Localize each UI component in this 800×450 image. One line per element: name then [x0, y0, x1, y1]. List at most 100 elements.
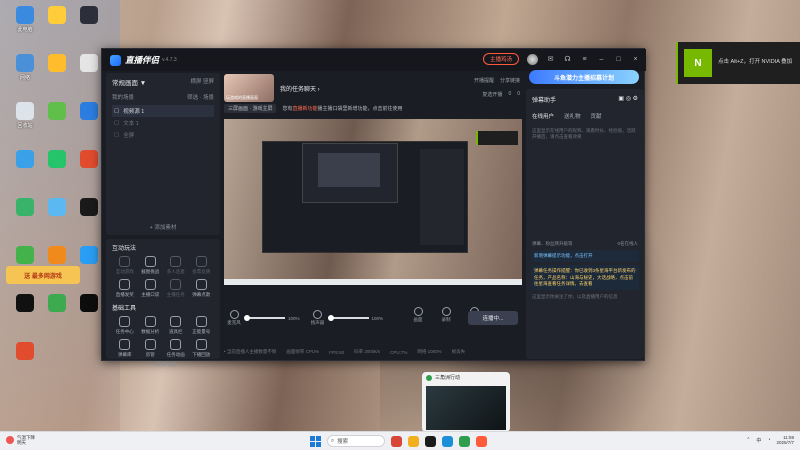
control-bar: 麦克风 100% 扬声器 100% 画面 录制 连播中... — [224, 303, 522, 333]
notice-tag[interactable]: 三屏画面 · 游戏主屏 — [224, 103, 277, 113]
chat-message[interactable]: 新增弹幕提示功能，点击打开 — [531, 250, 639, 263]
stat-a: 0 — [508, 91, 512, 97]
tool-item[interactable]: 投票竞猜 — [189, 256, 215, 275]
link-share[interactable]: 分享链接 — [500, 77, 520, 84]
message-list: 新增弹幕提示功能，点击打开弹幕任务操作提醒：你已收到3条星海平台新发布的任务，产… — [526, 250, 644, 291]
desktop-icon[interactable]: 网络 — [8, 54, 42, 81]
notice-message[interactable]: 您有直播新功能播主播口袋里新增功能，点击前往使用 — [282, 105, 402, 112]
desktop-icon[interactable] — [40, 246, 74, 266]
app-icon-5[interactable] — [459, 435, 470, 447]
search-input[interactable]: ⌕ 搜索 — [327, 435, 385, 447]
tool-item[interactable]: 主播任务 — [163, 279, 189, 298]
tool-item[interactable]: 道具栏 — [163, 316, 189, 335]
maximize-icon[interactable]: □ — [614, 56, 623, 63]
desktop-icon[interactable] — [40, 150, 74, 170]
sources-filter[interactable]: 筛选 · 场景 — [187, 93, 214, 101]
source-label: 视频源 1 — [123, 109, 145, 115]
more-features-button[interactable]: — 更多功能 — [112, 361, 214, 368]
edge-icon[interactable] — [442, 435, 453, 447]
desktop-icon[interactable]: 此电脑 — [8, 6, 42, 33]
app-name: 直播伴侣 — [125, 55, 160, 65]
tool-item[interactable]: 数据分析 — [138, 316, 164, 335]
close-icon[interactable]: × — [631, 56, 640, 63]
mic-control[interactable]: 麦克风 — [224, 310, 244, 326]
message-icon[interactable]: ✉ — [546, 55, 555, 63]
tab-online[interactable]: 在线用户 — [532, 112, 554, 120]
app-icon — [80, 294, 98, 312]
app-logo-icon — [110, 54, 121, 66]
preview-side-panel — [420, 149, 464, 245]
lang-indicator[interactable]: 中 — [756, 437, 761, 444]
tool-item[interactable]: 下播回放 — [189, 339, 215, 358]
avatar[interactable] — [527, 53, 538, 65]
clock[interactable]: 11:59 2025/7/7 — [776, 435, 794, 446]
desktop-icon[interactable] — [40, 294, 74, 314]
add-source-button[interactable]: + 添加素材 — [106, 223, 220, 231]
menu-icon[interactable]: ≡ — [580, 56, 589, 63]
tool-item[interactable]: 弹幕点歌 — [189, 279, 215, 298]
msg-bar-right[interactable]: 0名在线人 — [617, 241, 638, 247]
source-item[interactable]: ▢ 文本 1 — [112, 117, 214, 129]
ctrl-record[interactable]: 录制 — [436, 307, 456, 323]
app-icon-1[interactable] — [391, 435, 402, 447]
tool-item[interactable]: 主播口袋 — [138, 279, 164, 298]
speaker-slider[interactable] — [327, 315, 369, 321]
tab-portrait[interactable]: 竖屏 — [203, 79, 214, 85]
taskbar-preview-window[interactable]: 三角洲行动 — [422, 372, 510, 432]
desktop-icon[interactable] — [40, 198, 74, 218]
link-remind[interactable]: 开播提醒 — [474, 77, 494, 84]
ctrl-screen[interactable]: 画面 — [408, 307, 428, 323]
promo-banner[interactable]: 斗鱼潜力主播招募计划 — [529, 70, 639, 84]
ctrl-screen-label: 画面 — [413, 317, 423, 322]
headset-icon[interactable]: ☊ — [563, 55, 572, 63]
preview-nested-window-2 — [318, 153, 380, 187]
minimize-icon[interactable]: – — [597, 56, 606, 63]
desktop-icon[interactable]: 回收站 — [8, 102, 42, 129]
tab-contribute[interactable]: 贡献 — [591, 112, 602, 120]
room-thumbnail[interactable]: 玩游戏的直播画面 — [224, 74, 274, 102]
desktop-icon-label: 此电脑 — [17, 27, 33, 33]
source-item[interactable]: ▢ 视频源 1 — [112, 105, 214, 117]
stream-preview[interactable] — [224, 119, 522, 285]
app-icon-3[interactable] — [425, 435, 436, 447]
go-live-button[interactable]: 连播中... — [468, 311, 518, 325]
desktop-icon[interactable] — [40, 54, 74, 74]
panel-icons[interactable]: ▣ ◎ ⚙ — [618, 95, 638, 104]
tool-item[interactable]: 弹幕库 — [112, 339, 138, 358]
app-icon-6[interactable] — [476, 435, 487, 447]
tool-item[interactable]: 截图挑战 — [138, 256, 164, 275]
mic-slider[interactable] — [244, 315, 285, 321]
nvidia-toast[interactable]: N 点击 Alt+Z，打开 NVIDIA 叠加 — [676, 42, 800, 84]
desktop-icon[interactable] — [8, 198, 42, 218]
weather-widget[interactable]: 气温下降 明天 — [6, 435, 35, 446]
chevron-up-icon[interactable]: ⌃ — [746, 437, 750, 443]
tab-gift[interactable]: 送礼物 — [564, 112, 581, 120]
desktop-icon[interactable] — [8, 150, 42, 170]
speaker-control[interactable]: 扬声器 — [308, 310, 328, 326]
theme-button[interactable]: 主播鸡汤 — [482, 53, 519, 65]
desktop-sticker[interactable]: 送 最多网游戏 — [6, 266, 80, 284]
desktop-icon[interactable] — [8, 342, 42, 362]
scene-title[interactable]: 常规画面 ▼ — [112, 77, 146, 87]
desktop-icon[interactable] — [8, 294, 42, 314]
tool-item[interactable]: 正能量号 — [189, 316, 215, 335]
tab-landscape[interactable]: 横屏 — [190, 79, 201, 85]
tool-item[interactable]: 任务中心 — [112, 316, 138, 335]
tool-item[interactable]: 互动游戏 — [112, 256, 138, 275]
room-title[interactable]: 我的任务聊天 › — [280, 84, 320, 93]
tool-item[interactable]: 多人连麦 — [163, 256, 189, 275]
desktop-icon[interactable] — [8, 246, 42, 266]
tool-item[interactable]: 任务动画 — [163, 339, 189, 358]
folder-icon[interactable] — [408, 435, 419, 447]
desktop-icon[interactable] — [72, 6, 106, 26]
room-thumb-text: 玩游戏的直播画面 — [226, 95, 258, 100]
tool-label: 房管 — [145, 352, 155, 357]
wifi-icon[interactable]: ◔ — [767, 437, 770, 443]
tool-item[interactable]: 房管 — [138, 339, 164, 358]
start-icon[interactable] — [310, 435, 321, 447]
source-item[interactable]: ▢ 全屏 — [112, 129, 214, 141]
tool-item[interactable]: 直播发奖 — [112, 279, 138, 298]
desktop-icon[interactable] — [40, 102, 74, 122]
chat-message[interactable]: 弹幕任务操作提醒：你已收到3条星海平台新发布的任务，产品名称：山海与秘史，大话战… — [531, 265, 639, 291]
desktop-icon[interactable] — [40, 6, 74, 26]
